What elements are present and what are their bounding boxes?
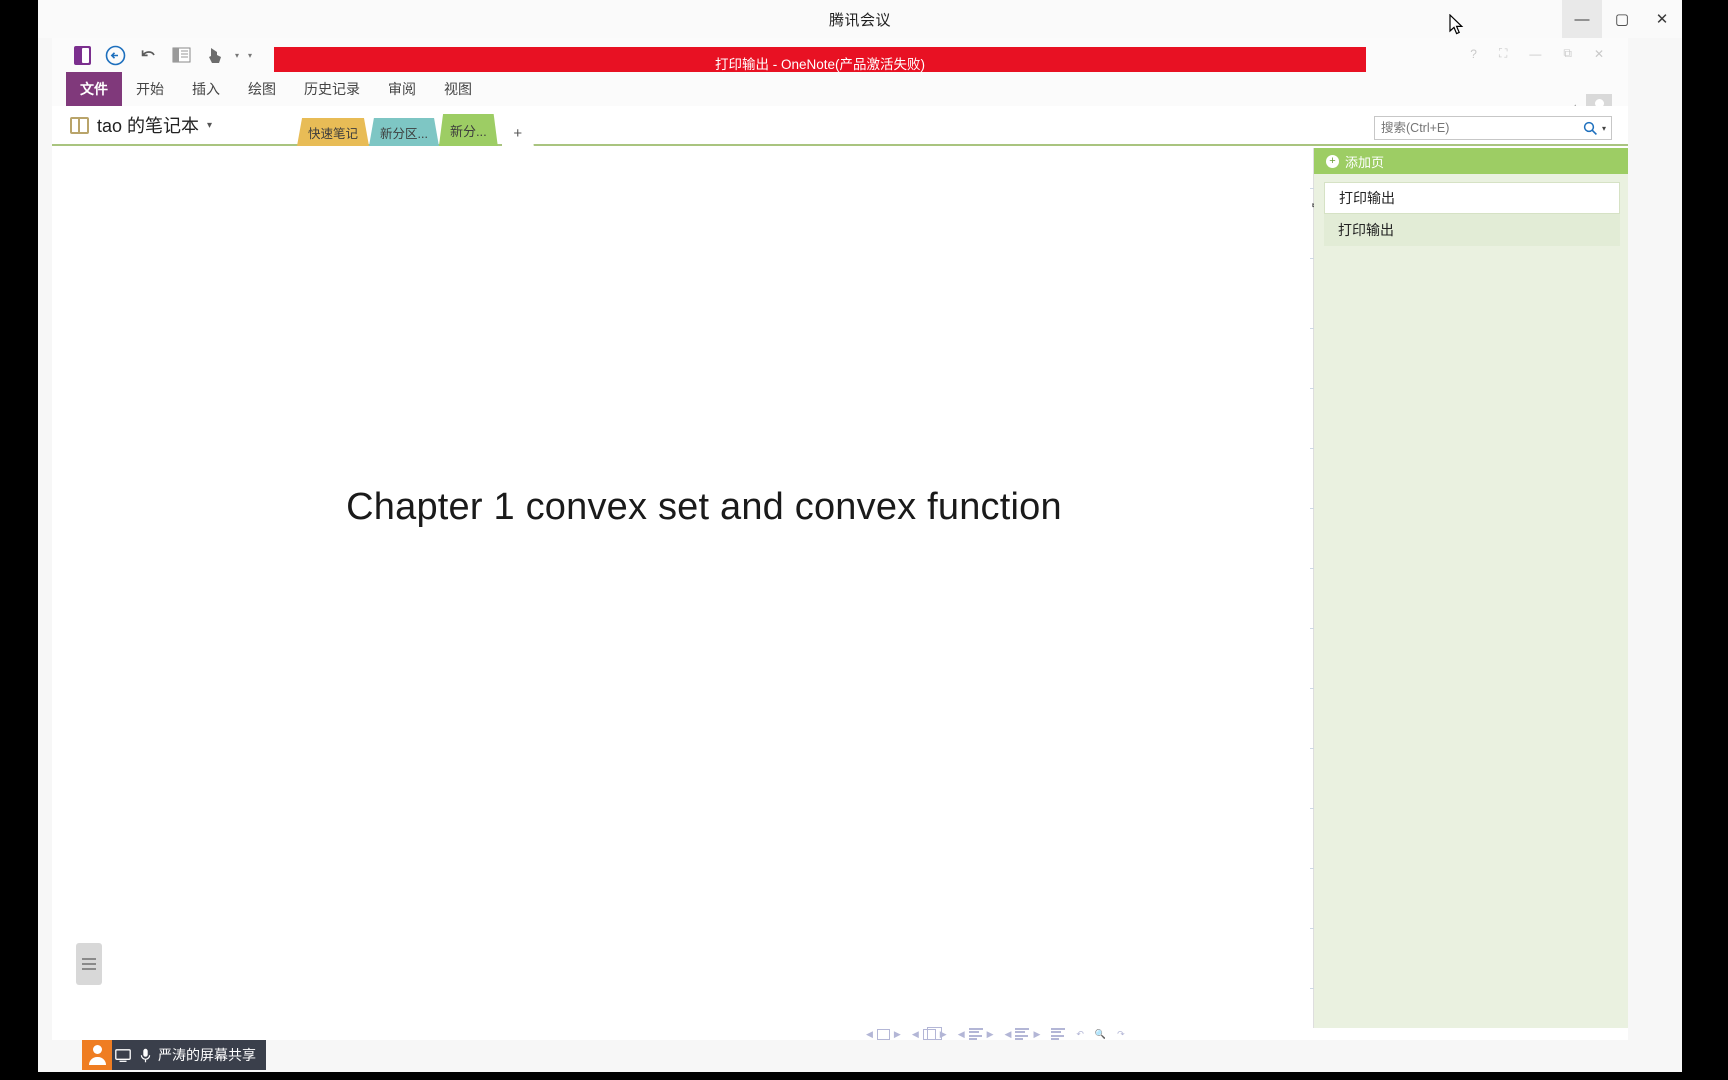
letterbox-right <box>1682 0 1728 1080</box>
section-tabs: 快速笔记 新分区... 新分... + <box>297 114 534 146</box>
tab-draw[interactable]: 绘图 <box>234 72 290 106</box>
frame-next-icon[interactable]: ▶ <box>894 1029 901 1040</box>
shared-screen-area: ▾ ▾ 打印输出 - OneNote(产品激活失败) ? ⛶ — ⧉ ✕ 文件 … <box>52 38 1628 1040</box>
subsection-next-icon[interactable]: ▶ <box>1033 1029 1040 1040</box>
subsection-prev-icon[interactable]: ◀ <box>1005 1029 1012 1040</box>
tab-home[interactable]: 开始 <box>122 72 178 106</box>
touch-mode-caret-icon[interactable]: ▾ <box>235 51 239 60</box>
dock-to-desktop-icon[interactable] <box>169 43 193 67</box>
doc-prev-icon[interactable]: ◀ <box>912 1029 919 1040</box>
subsection-icon[interactable] <box>1015 1028 1030 1040</box>
add-section-button[interactable]: + <box>501 120 534 146</box>
onenote-restore-button[interactable]: ⧉ <box>1563 46 1572 61</box>
maximize-button[interactable]: ▢ <box>1602 0 1642 38</box>
frame-prev-icon[interactable]: ◀ <box>866 1029 873 1040</box>
search-icon[interactable]: 🔍 <box>1095 1029 1106 1040</box>
notebook-name: tao 的笔记本 <box>97 116 200 136</box>
user-icon <box>82 1040 112 1070</box>
chevron-down-icon[interactable]: ▾ <box>207 120 212 131</box>
section-next-icon[interactable]: ▶ <box>987 1029 994 1040</box>
ribbon-tab-strip: 文件 开始 插入 绘图 历史记录 审阅 视图 ▴ <box>52 72 1628 122</box>
note-canvas[interactable]: Chapter 1 convex set and convex function… <box>66 148 1314 1040</box>
tab-review[interactable]: 审阅 <box>374 72 430 106</box>
search-input[interactable] <box>1375 121 1580 135</box>
doc-nav-group[interactable]: ◀ ▶ <box>912 1026 947 1040</box>
page-list-item-0[interactable]: 打印输出 <box>1324 182 1620 214</box>
section-tab-quick-notes[interactable]: 快速笔记 <box>297 118 370 146</box>
mouse-cursor <box>1449 14 1464 35</box>
meeting-title-bar: 腾讯会议 — ▢ ✕ <box>38 0 1682 38</box>
search-box[interactable]: ▾ <box>1374 116 1612 140</box>
activation-banner-text: 打印输出 - OneNote(产品激活失败) <box>714 57 926 72</box>
minimize-button[interactable]: — <box>1562 0 1602 38</box>
ribbon-tabs: 文件 开始 插入 绘图 历史记录 审阅 视图 <box>66 72 486 106</box>
help-button[interactable]: ? <box>1470 47 1477 61</box>
tencent-meeting-window: 腾讯会议 — ▢ ✕ ▾ ▾ 打印输出 - OneNote(产品激活失败) ? … <box>38 0 1720 1080</box>
back-icon[interactable]: ↶ <box>1076 1029 1084 1040</box>
search-options-caret-icon[interactable]: ▾ <box>1602 124 1611 133</box>
ribbon-display-options-button[interactable]: ⛶ <box>1499 46 1507 61</box>
qat-overflow-caret-icon[interactable]: ▾ <box>248 51 252 60</box>
screen-root: 腾讯会议 — ▢ ✕ ▾ ▾ 打印输出 - OneNote(产品激活失败) ? … <box>0 0 1728 1080</box>
add-page-label: 添加页 <box>1345 154 1385 170</box>
page-list-pane: + 添加页 打印输出 打印输出 <box>1314 148 1628 1028</box>
quick-access-toolbar: ▾ ▾ <box>70 42 252 68</box>
slide-title: Chapter 1 convex set and convex function <box>346 486 1062 528</box>
notebook-section-bar: tao 的笔记本 ▾ 快速笔记 新分区... 新分... + 搜索(Ctrl+E… <box>52 106 1628 146</box>
forward-icon[interactable]: ↷ <box>1117 1029 1125 1040</box>
meeting-title: 腾讯会议 <box>828 11 891 29</box>
frame-nav-group[interactable]: ◀ ▶ <box>866 1028 901 1040</box>
section-icon[interactable] <box>968 1028 983 1040</box>
section-nav-group[interactable]: ◀ ▶ <box>958 1028 994 1040</box>
tab-history[interactable]: 历史记录 <box>290 72 374 106</box>
microphone-icon[interactable] <box>134 1048 156 1063</box>
screen-share-label: 严涛的屏幕共享 <box>158 1047 256 1063</box>
undo-icon[interactable] <box>136 43 160 67</box>
frame-box-icon[interactable] <box>876 1028 890 1040</box>
tab-file[interactable]: 文件 <box>66 72 122 106</box>
quick-access-toolbar-row: ▾ ▾ 打印输出 - OneNote(产品激活失败) ? ⛶ — ⧉ ✕ <box>52 38 1628 79</box>
onenote-window: ▾ ▾ 打印输出 - OneNote(产品激活失败) ? ⛶ — ⧉ ✕ 文件 … <box>52 38 1628 1040</box>
page-list-item-1[interactable]: 打印输出 <box>1324 214 1620 246</box>
screen-share-icon[interactable] <box>112 1048 134 1062</box>
section-prev-icon[interactable]: ◀ <box>958 1029 965 1040</box>
onenote-close-button[interactable]: ✕ <box>1594 47 1604 61</box>
letterbox-bottom <box>0 1072 1728 1080</box>
onenote-logo-icon <box>70 43 94 67</box>
close-button[interactable]: ✕ <box>1642 0 1682 38</box>
beamer-navigation-bar: ◀ ▶ ◀ ▶ ◀ ▶ ◀ ▶ ↶ 🔍 ↷ <box>866 1026 1125 1040</box>
subsection-nav-group[interactable]: ◀ ▶ <box>1005 1028 1040 1040</box>
plus-icon: + <box>1326 154 1339 168</box>
doc-stack-icon[interactable] <box>922 1026 942 1040</box>
letterbox-left <box>0 0 38 1080</box>
window-controls: — ▢ ✕ <box>1562 0 1682 38</box>
back-arrow-icon[interactable] <box>103 43 127 67</box>
notebook-selector[interactable]: tao 的笔记本 ▾ <box>70 112 212 138</box>
section-tab-new-2[interactable]: 新分... <box>438 114 498 146</box>
touch-mouse-mode-icon[interactable] <box>202 43 226 67</box>
navigation-pane-toggle[interactable] <box>76 943 102 985</box>
onenote-minimize-button[interactable]: — <box>1529 47 1541 61</box>
section-tab-new-1[interactable]: 新分区... <box>369 118 439 146</box>
search-icon[interactable] <box>1580 121 1602 136</box>
tab-view[interactable]: 视图 <box>430 72 486 106</box>
onenote-window-buttons: ? ⛶ — ⧉ ✕ <box>1470 46 1604 61</box>
add-page-button[interactable]: + 添加页 <box>1314 148 1628 174</box>
screen-share-status-badge[interactable]: 严涛的屏幕共享 <box>82 1040 266 1070</box>
notebook-icon <box>70 116 89 134</box>
tab-insert[interactable]: 插入 <box>178 72 234 106</box>
toc-icon[interactable] <box>1051 1028 1066 1040</box>
